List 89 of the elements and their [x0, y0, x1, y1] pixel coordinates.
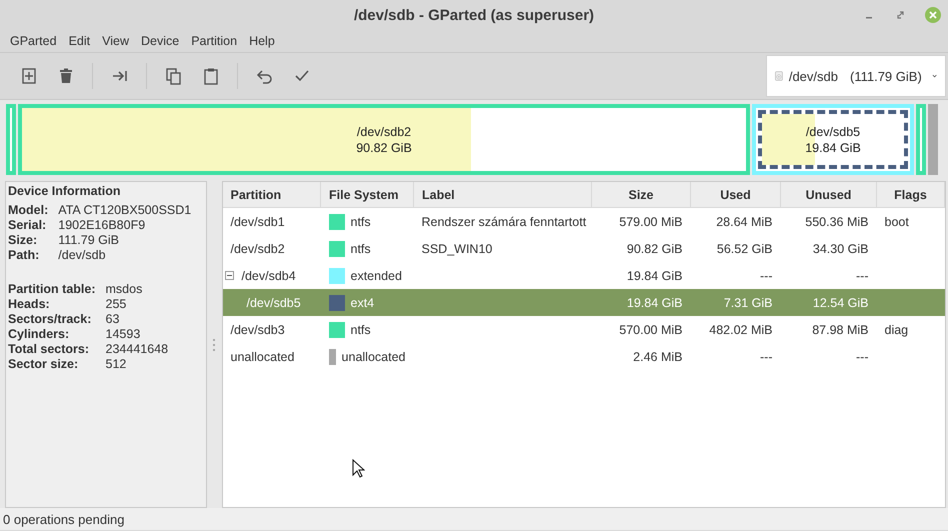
unused-cell: ---: [856, 268, 868, 282]
column-header[interactable]: File System: [320, 182, 414, 208]
column-header[interactable]: Partition: [222, 182, 320, 208]
file-system-cell: extended: [350, 268, 402, 282]
collapse-icon[interactable]: [224, 271, 234, 280]
partition-block[interactable]: /dev/sdb2 90.82 GiB: [18, 104, 750, 175]
partition-block[interactable]: /dev/sdb5 19.84 GiB: [758, 110, 908, 169]
size-cell: 2.46 MiB: [633, 350, 682, 364]
partition-size: 90.82 GiB: [356, 140, 412, 154]
table-row[interactable]: /dev/sdb3 ntfs 570.00 MiB 482.02 MiB 87.98 MiB diag: [222, 316, 944, 343]
clipboard-icon: [202, 67, 220, 85]
label-cell: Rendszer számára fenntartott: [422, 214, 586, 228]
used-cell: 28.64 MiB: [716, 214, 772, 228]
info-label: Serial:: [8, 218, 48, 232]
file-system-cell: ext4: [350, 296, 374, 310]
info-label: Sector size:: [8, 357, 80, 371]
status-text: 0 operations pending: [3, 512, 124, 526]
partition-cell: /dev/sdb1: [230, 214, 285, 228]
info-label: Heads:: [8, 297, 51, 311]
info-label: Model:: [8, 203, 48, 217]
partition-cell: /dev/sdb2: [230, 242, 285, 256]
size-cell: 19.84 GiB: [626, 296, 682, 310]
info-value: 255: [106, 297, 128, 311]
column-header[interactable]: Used: [690, 182, 780, 208]
section-heading: Device Information: [8, 184, 121, 198]
menu-item[interactable]: Help: [243, 34, 281, 48]
flags-cell: boot: [884, 214, 909, 228]
table-row[interactable]: /dev/sdb1 ntfs Rendszer számára fenntartott 579.00 MiB 28.64 MiB 550.36 MiB boot: [222, 208, 944, 235]
info-value: 14593: [106, 327, 142, 341]
partition-cell: /dev/sdb5: [246, 296, 301, 310]
info-value: /dev/sdb: [58, 248, 107, 262]
partition-name: /dev/sdb5: [806, 124, 860, 138]
partition-name: /dev/sdb2: [356, 124, 412, 138]
menu-item[interactable]: GParted: [4, 34, 63, 48]
column-header[interactable]: Label: [414, 182, 592, 208]
document-plus-icon: [20, 67, 38, 85]
trash-icon: [57, 67, 75, 85]
unused-cell: 12.54 GiB: [812, 296, 868, 310]
used-cell: ---: [760, 350, 772, 364]
file-system-cell: unallocated: [342, 350, 406, 364]
table-row[interactable]: unallocated unallocated 2.46 MiB --- ---: [222, 343, 944, 370]
unused-cell: 34.30 GiB: [812, 242, 868, 256]
partition-cell: unallocated: [230, 350, 294, 364]
info-label: Total sectors:: [8, 342, 90, 356]
info-value: 234441648: [106, 342, 170, 356]
info-value: ATA CT120BX500SSD1: [58, 203, 192, 217]
extended-partition-block[interactable]: /dev/sdb5 19.84 GiB: [752, 104, 914, 175]
column-header[interactable]: Flags: [876, 182, 944, 208]
info-label: Sectors/track:: [8, 312, 92, 326]
info-value: 1902E16B80F9: [58, 218, 146, 232]
info-label: Partition table:: [8, 282, 96, 296]
size-cell: 19.84 GiB: [626, 268, 682, 282]
unused-cell: 550.36 MiB: [805, 214, 868, 228]
unused-cell: 87.98 MiB: [812, 322, 868, 336]
device-dropdown[interactable]: /dev/sdb (111.79 GiB): [766, 55, 946, 97]
info-label: Size:: [8, 233, 38, 247]
file-system-cell: ntfs: [350, 242, 371, 256]
info-value: 512: [106, 357, 128, 371]
copy-icon: [165, 67, 183, 85]
label-cell: SSD_WIN10: [422, 242, 492, 256]
column-header[interactable]: Size: [592, 182, 690, 208]
menu-item[interactable]: Edit: [62, 34, 96, 48]
info-value: 111.79 GiB: [58, 233, 120, 247]
window-title: /dev/sdb - GParted (as superuser): [354, 6, 594, 24]
menu-item[interactable]: View: [96, 34, 135, 48]
menu-item[interactable]: Device: [134, 34, 186, 48]
partition-cell: /dev/sdb4: [242, 268, 296, 282]
file-system-cell: ntfs: [350, 214, 371, 228]
used-cell: 7.31 GiB: [724, 296, 772, 310]
column-header[interactable]: Unused: [780, 182, 876, 208]
info-value: msdos: [106, 282, 144, 296]
file-system-cell: ntfs: [350, 322, 371, 336]
flags-cell: diag: [884, 322, 908, 336]
info-value: 63: [106, 312, 120, 326]
info-label: Cylinders:: [8, 327, 70, 341]
used-cell: ---: [760, 268, 772, 282]
size-cell: 570.00 MiB: [619, 322, 682, 336]
partition-size: 19.84 GiB: [805, 140, 861, 154]
table-row[interactable]: /dev/sdb2 ntfs SSD_WIN10 90.82 GiB 56.52 GiB 34.30 GiB: [222, 235, 944, 262]
used-cell: 482.02 MiB: [709, 322, 772, 336]
used-cell: 56.52 GiB: [716, 242, 772, 256]
info-label: Path:: [8, 248, 40, 262]
cursor-icon: [352, 459, 365, 479]
table-row[interactable]: /dev/sdb4 extended 19.84 GiB --- ---: [222, 262, 944, 289]
menu-item[interactable]: Partition: [185, 34, 244, 48]
unused-cell: ---: [856, 350, 868, 364]
partition-cell: /dev/sdb3: [230, 322, 285, 336]
size-cell: 579.00 MiB: [619, 214, 682, 228]
size-cell: 90.82 GiB: [626, 242, 682, 256]
